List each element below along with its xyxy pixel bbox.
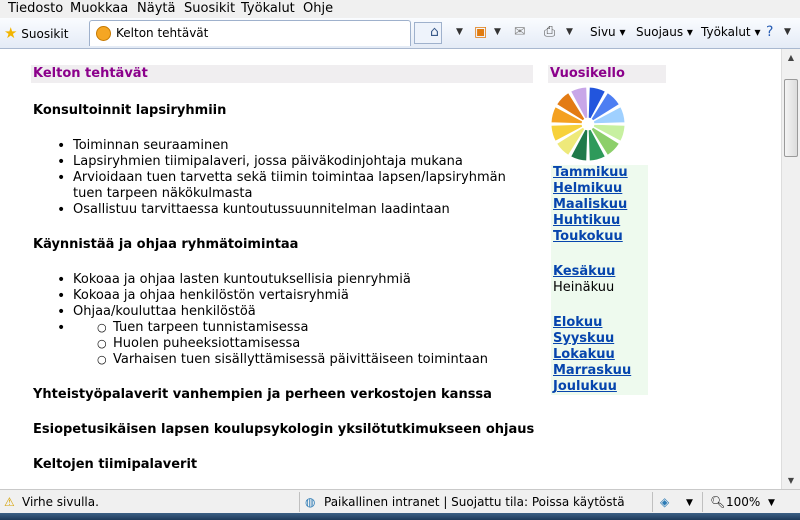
vertical-scrollbar[interactable]: ▲ ▼: [781, 49, 800, 489]
rss-dropdown-icon[interactable]: ▼: [494, 27, 501, 37]
section-heading: Konsultoinnit lapsiryhmiin: [33, 103, 227, 118]
month-link-joulukuu[interactable]: Joulukuu: [553, 379, 617, 395]
tab-kelton-tehtavat[interactable]: Kelton tehtävät: [89, 20, 411, 46]
sub-list: Tuen tarpeen tunnistamisessa Huolen puhe…: [73, 320, 533, 368]
print-dropdown-icon[interactable]: ▼: [566, 27, 573, 37]
menu-bar: Tiedosto Muokkaa Näytä Suosikit Työkalut…: [0, 0, 800, 18]
month-link-kesakuu[interactable]: Kesäkuu: [553, 264, 615, 280]
sidebar-title: Vuosikello: [548, 65, 666, 83]
month-link-helmikuu[interactable]: Helmikuu: [553, 181, 622, 197]
list-item: Kokoaa ja ohjaa henkilöstön vertaisryhmi…: [33, 288, 533, 304]
list-item: Toiminnan seuraaminen: [33, 138, 533, 154]
section-list: Toiminnan seuraaminen Lapsiryhmien tiimi…: [33, 138, 533, 218]
list-item: Lapsiryhmien tiimipalaveri, jossa päiväk…: [33, 154, 533, 170]
zone-status-text[interactable]: Paikallinen intranet | Suojattu tila: Po…: [324, 495, 625, 509]
sub-list-item: Huolen puheeksiottamisessa: [73, 336, 533, 352]
warning-icon[interactable]: ⚠: [4, 495, 15, 509]
section-heading: Keltojen tiimipalaverit: [33, 457, 198, 472]
month-link-tammikuu[interactable]: Tammikuu: [553, 165, 628, 181]
sub-list-item: Tuen tarpeen tunnistamisessa: [73, 320, 533, 336]
intranet-globe-icon: ◍: [305, 495, 316, 509]
menu-view[interactable]: Näytä: [137, 1, 175, 16]
favorites-label: Suosikit: [21, 27, 69, 41]
tools-menu-button[interactable]: Työkalut ▾: [701, 25, 760, 39]
favorites-button[interactable]: ★ Suosikit: [4, 23, 68, 43]
toolbar: ★ Suosikit Kelton tehtävät ⌂ ▼ ▣ ▼ ✉ ⎙ ▼…: [0, 18, 800, 49]
list-item: Osallistuu tarvittaessa kuntoutussuunnit…: [33, 202, 533, 218]
zoom-dropdown-icon[interactable]: ▼: [768, 498, 775, 508]
sub-list-item: Varhaisen tuen sisällyttämisessä päivitt…: [73, 352, 533, 368]
menu-favorites[interactable]: Suosikit: [184, 1, 235, 16]
month-list: Tammikuu Helmikuu Maaliskuu Huhtikuu Tou…: [551, 165, 648, 395]
zoom-icon[interactable]: 🔍︎: [710, 495, 725, 509]
section-heading: Käynnistää ja ohjaa ryhmätoimintaa: [33, 237, 299, 252]
page-favicon-icon: [96, 26, 111, 41]
page-title: Kelton tehtävät: [31, 65, 533, 83]
help-icon[interactable]: ?: [766, 24, 773, 40]
menu-edit[interactable]: Muokkaa: [70, 1, 128, 16]
menu-file[interactable]: Tiedosto: [8, 1, 63, 16]
page-menu-button[interactable]: Sivu ▾: [590, 25, 626, 39]
help-dropdown-icon[interactable]: ▼: [784, 27, 791, 37]
status-divider: [652, 492, 653, 512]
scroll-down-icon[interactable]: ▼: [782, 472, 800, 489]
section-list: Kokoaa ja ohjaa lasten kuntoutuksellisia…: [33, 272, 533, 368]
list-item: Tuen tarpeen tunnistamisessa Huolen puhe…: [33, 320, 533, 368]
protected-mode-dropdown-icon[interactable]: ▼: [686, 498, 693, 508]
page-content: Kelton tehtävät Konsultoinnit lapsiryhmi…: [0, 49, 781, 489]
month-link-maaliskuu[interactable]: Maaliskuu: [553, 197, 627, 213]
list-item: Kokoaa ja ohjaa lasten kuntoutuksellisia…: [33, 272, 533, 288]
month-link-marraskuu[interactable]: Marraskuu: [553, 363, 631, 379]
tab-title: Kelton tehtävät: [116, 26, 209, 40]
print-icon[interactable]: ⎙: [544, 24, 555, 40]
taskbar: [0, 513, 800, 520]
section-heading: Yhteistyöpalaverit vanhempien ja perheen…: [33, 387, 492, 402]
month-link-elokuu[interactable]: Elokuu: [553, 315, 602, 331]
list-item: Ohjaa/kouluttaa henkilöstöä: [33, 304, 533, 320]
star-icon: ★: [4, 24, 18, 42]
menu-help[interactable]: Ohje: [303, 1, 333, 16]
protected-mode-icon[interactable]: ◈: [660, 495, 669, 509]
scrollbar-thumb[interactable]: [784, 79, 798, 157]
year-clock-wheel-icon: [550, 86, 626, 162]
zoom-level[interactable]: 100%: [726, 495, 760, 509]
security-menu-button[interactable]: Suojaus ▾: [636, 25, 693, 39]
month-link-syyskuu[interactable]: Syyskuu: [553, 331, 614, 347]
status-bar: ⚠ Virhe sivulla. ◍ Paikallinen intranet …: [0, 489, 800, 514]
month-current-heinakuu: Heinäkuu: [553, 280, 615, 295]
status-divider: [299, 492, 300, 512]
month-link-lokakuu[interactable]: Lokakuu: [553, 347, 615, 363]
month-link-huhtikuu[interactable]: Huhtikuu: [553, 213, 620, 229]
list-item: Arvioidaan tuen tarvetta sekä tiimin toi…: [33, 170, 533, 202]
error-status-text[interactable]: Virhe sivulla.: [22, 495, 99, 509]
scroll-up-icon[interactable]: ▲: [782, 49, 800, 66]
mail-icon[interactable]: ✉: [514, 24, 526, 40]
home-dropdown-icon[interactable]: ▼: [456, 27, 463, 37]
rss-icon[interactable]: ▣: [474, 24, 487, 40]
month-link-toukokuu[interactable]: Toukokuu: [553, 229, 623, 245]
home-icon[interactable]: ⌂: [430, 24, 439, 40]
menu-tools[interactable]: Työkalut: [241, 1, 295, 16]
section-heading: Esiopetusikäisen lapsen koulupsykologin …: [33, 422, 535, 437]
status-divider: [702, 492, 703, 512]
